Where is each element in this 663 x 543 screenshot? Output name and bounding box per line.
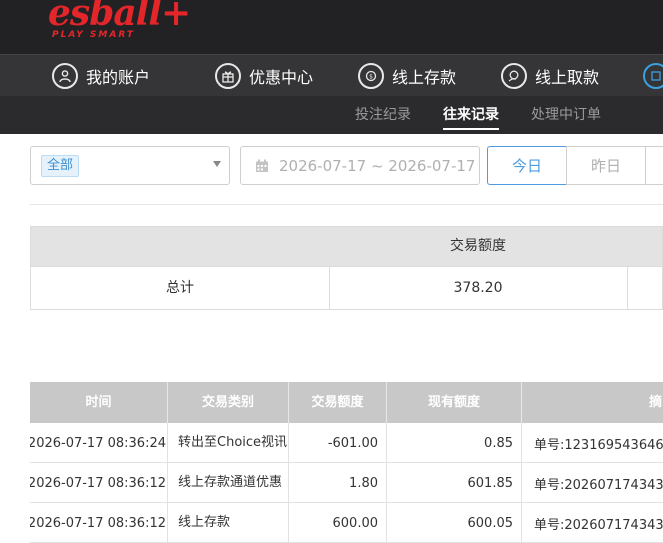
cell-type: 线上存款通道优惠 (168, 463, 289, 503)
column-header-note-label: 摘 (649, 395, 663, 410)
nav-item-more[interactable] (643, 55, 663, 97)
cell-balance: 601.85 (387, 463, 522, 503)
table-row[interactable]: 2026-07-17 08:36:12 线上存款通道优惠 1.80 601.85… (30, 463, 663, 503)
nav-item-online-deposit[interactable]: $ 线上存款 (358, 55, 456, 97)
cell-amount: 1.80 (289, 463, 387, 503)
nav-label: 优惠中心 (249, 68, 314, 87)
logo-tagline: PLAY SMART (52, 30, 135, 40)
table-row[interactable]: 2026-07-17 08:36:24 转出至Choice视讯 -601.00 … (30, 423, 663, 463)
column-header-time: 时间 (30, 382, 168, 423)
summary-row: 总计 378.20 (30, 267, 663, 310)
selected-type-tag: 全部 (41, 155, 80, 177)
logo-text: esball+ (48, 0, 191, 34)
column-header-amount: 交易额度 (289, 382, 387, 423)
withdraw-icon (501, 63, 527, 89)
gift-icon (215, 63, 241, 89)
yesterday-button[interactable]: 昨日 (566, 146, 646, 185)
more-icon (643, 63, 663, 89)
column-header-type: 交易类别 (168, 382, 289, 423)
cell-note: 单号:2026071743439 (534, 477, 663, 493)
nav-label: 线上取款 (535, 68, 600, 87)
column-header-note: 摘 (522, 382, 663, 423)
cell-type: 转出至Choice视讯 (168, 423, 289, 463)
deposit-icon: $ (358, 63, 384, 89)
cell-note: 单号:123169543646 (534, 437, 663, 453)
summary-total-value: 378.20 (453, 280, 503, 296)
tab-bet-records[interactable]: 投注纪录 (355, 96, 411, 134)
nav-item-online-withdraw[interactable]: 线上取款 (501, 55, 599, 97)
cell-balance: 600.05 (387, 503, 522, 543)
tab-pending-orders[interactable]: 处理中订单 (531, 96, 601, 134)
divider (30, 204, 663, 205)
cell-note: 单号:2026071743439 (534, 517, 663, 533)
cell-time: 2026-07-17 08:36:12 (30, 503, 168, 543)
summary-header-label: 交易额度 (450, 238, 506, 254)
cell-balance: 0.85 (387, 423, 522, 463)
nav-item-promotions[interactable]: 优惠中心 (215, 55, 313, 97)
type-select[interactable]: 全部 (30, 146, 230, 185)
brand-logo[interactable]: esball+ PLAY SMART (48, 0, 191, 44)
summary-total-label: 总计 (166, 280, 194, 296)
divider (627, 267, 628, 309)
sub-nav: 投注纪录 往来记录 处理中订单 (0, 96, 663, 134)
date-range-picker[interactable]: 2026-07-17 ~ 2026-07-17 (240, 146, 480, 185)
nav-item-my-account[interactable]: 我的账户 (52, 55, 150, 97)
date-range-text: 2026-07-17 ~ 2026-07-17 (279, 157, 476, 175)
today-button[interactable]: 今日 (487, 146, 567, 185)
records-header: 时间 交易类别 交易额度 现有额度 摘 (30, 382, 663, 423)
summary-header: 交易额度 (30, 226, 663, 267)
cell-time: 2026-07-17 08:36:24 (30, 423, 168, 463)
nav-label: 线上存款 (392, 68, 457, 87)
cell-amount: -601.00 (289, 423, 387, 463)
user-icon (52, 63, 78, 89)
tab-transactions[interactable]: 往来记录 (443, 96, 499, 134)
calendar-icon (256, 159, 268, 172)
column-header-balance: 现有额度 (387, 382, 522, 423)
svg-text:$: $ (369, 74, 373, 81)
nav-label: 我的账户 (86, 68, 151, 87)
brand-bar: esball+ PLAY SMART (0, 0, 663, 54)
more-date-button[interactable] (645, 146, 663, 185)
cell-time: 2026-07-17 08:36:12 (30, 463, 168, 503)
chevron-down-icon (213, 161, 221, 167)
main-nav: 我的账户 优惠中心 $ 线上存款 线上取款 (0, 54, 663, 96)
cell-type: 线上存款 (168, 503, 289, 543)
cell-amount: 600.00 (289, 503, 387, 543)
table-row[interactable]: 2026-07-17 08:36:12 线上存款 600.00 600.05 单… (30, 503, 663, 543)
